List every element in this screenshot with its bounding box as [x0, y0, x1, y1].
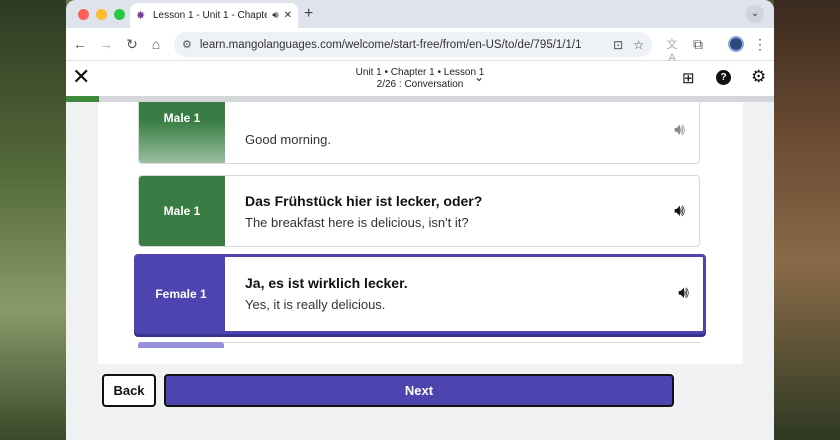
extensions-puzzle-icon[interactable]: ⧉ [690, 36, 706, 53]
back-arrow-icon[interactable]: ← [72, 36, 88, 52]
english-line: Good morning. [245, 132, 331, 147]
new-tab-icon[interactable]: + [304, 5, 313, 23]
step-indicator: 2/26 : Conversation [376, 79, 464, 90]
mango-logo-icon: ✸ [136, 9, 146, 22]
address-bar[interactable]: ⚙ learn.mangolanguages.com/welcome/start… [174, 32, 652, 57]
lesson-footer: Back Next [98, 364, 743, 440]
translate-icon[interactable]: 文A [664, 36, 680, 64]
next-card-preview [138, 342, 700, 350]
tab-audio-icon[interactable]: 🔊︎ [272, 10, 278, 21]
next-button[interactable]: Next [164, 374, 674, 407]
back-button[interactable]: Back [102, 374, 156, 407]
tab-close-icon[interactable]: ✕ [284, 10, 292, 21]
forward-arrow-icon[interactable]: → [98, 36, 114, 52]
home-icon[interactable]: ⌂ [148, 36, 164, 52]
speaker-audio-icon[interactable]: 🔊︎ [674, 120, 685, 140]
sitemap-icon[interactable]: ⊞ [682, 69, 695, 87]
reload-icon[interactable]: ↻ [124, 36, 140, 53]
url-text[interactable]: learn.mangolanguages.com/welcome/start-f… [200, 39, 603, 51]
tab-search-chevron-icon[interactable]: ⌄ [746, 5, 764, 23]
chevron-down-icon[interactable]: ⌄ [474, 70, 484, 84]
tab-strip: ✸ Lesson 1 - Unit 1 - Chapter 🔊︎ ✕ + ⌄ [66, 0, 774, 28]
site-info-icon[interactable]: ⚙ [182, 38, 192, 51]
lesson-header: ✕ Unit 1 • Chapter 1 • Lesson 1 2/26 : C… [66, 61, 774, 96]
help-icon[interactable]: ? [716, 70, 731, 85]
browser-toolbar: ← → ↻ ⌂ ⚙ learn.mangolanguages.com/welco… [66, 28, 774, 64]
browser-window: ✸ Lesson 1 - Unit 1 - Chapter 🔊︎ ✕ + ⌄ ←… [66, 0, 774, 440]
speaker-label: Female 1 [137, 257, 225, 331]
content-margin-left [66, 102, 98, 440]
desktop-background-left [0, 0, 66, 440]
english-line: Yes, it is really delicious. [245, 297, 386, 312]
content-margin-right [743, 102, 774, 440]
minimize-window-button[interactable] [96, 9, 107, 20]
conversation-card[interactable]: Male 1 Das Frühstück hier ist lecker, od… [138, 175, 700, 247]
english-line: The breakfast here is delicious, isn't i… [245, 215, 469, 230]
speaker-audio-icon[interactable]: 🔊︎ [674, 201, 685, 221]
close-window-button[interactable] [78, 9, 89, 20]
tab-title: Lesson 1 - Unit 1 - Chapter [153, 10, 268, 21]
install-app-icon[interactable]: ⊡ [613, 38, 623, 52]
german-line: Ja, es ist wirklich lecker. [245, 275, 408, 291]
profile-avatar[interactable] [728, 36, 744, 52]
conversation-card-active[interactable]: Female 1 Ja, es ist wirklich lecker. Yes… [134, 254, 706, 334]
german-line: Das Frühstück hier ist lecker, oder? [245, 193, 483, 209]
speaker-label: Male 1 [139, 176, 225, 246]
speaker-label: Male 1 [139, 102, 225, 163]
breadcrumb-path: Unit 1 • Chapter 1 • Lesson 1 [355, 67, 485, 78]
breadcrumb: Unit 1 • Chapter 1 • Lesson 1 2/26 : Con… [66, 67, 774, 91]
gear-icon[interactable]: ⚙ [751, 67, 766, 87]
maximize-window-button[interactable] [114, 9, 125, 20]
conversation-card[interactable]: Male 1 Good morning. 🔊︎ [138, 102, 700, 164]
browser-menu-icon[interactable]: ⋮ [752, 36, 768, 53]
speaker-audio-icon[interactable]: 🔊︎ [678, 283, 689, 303]
desktop-background-right [774, 0, 840, 440]
conversation-panel: Male 1 Good morning. 🔊︎ Male 1 Das Frühs… [98, 102, 743, 440]
bookmark-star-icon[interactable]: ☆ [633, 38, 644, 52]
browser-tab[interactable]: ✸ Lesson 1 - Unit 1 - Chapter 🔊︎ ✕ [130, 3, 298, 28]
window-controls [78, 9, 125, 20]
next-card-speaker-tab [138, 342, 224, 348]
